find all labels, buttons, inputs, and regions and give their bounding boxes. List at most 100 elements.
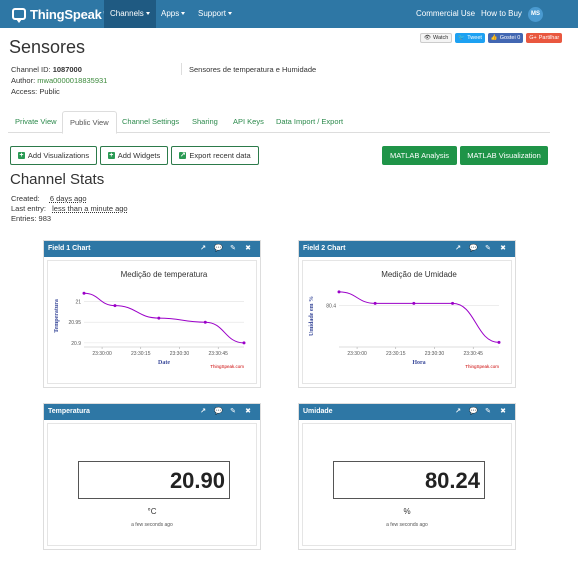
nav-channels[interactable]: Channels <box>104 0 156 28</box>
tab-api-keys[interactable]: API Keys <box>226 111 271 133</box>
last-entry-value: less than a minute ago <box>52 204 128 213</box>
share-label: Partilhar <box>538 35 560 41</box>
numeric-display-container: 20.90 °C a few seconds ago <box>47 423 257 546</box>
tab-sharing[interactable]: Sharing <box>185 111 225 133</box>
y-tick-label: 20.95 <box>68 320 81 326</box>
data-point <box>373 301 377 305</box>
add-widgets-label: Add Widgets <box>117 151 161 160</box>
data-point <box>337 290 341 294</box>
author-link[interactable]: mwa0000018835931 <box>37 76 107 85</box>
data-point <box>497 340 501 344</box>
created-label: Created: <box>11 194 40 203</box>
twitter-icon: 🐦 <box>458 35 466 41</box>
thingspeak-credit: ThingSpeak.com <box>465 364 499 369</box>
add-visualizations-button[interactable]: + Add Visualizations <box>10 146 97 165</box>
humidity-unit: % <box>403 507 411 516</box>
nav-channels-label: Channels <box>110 9 144 18</box>
data-point <box>203 320 207 324</box>
author-row: Author: mwa0000018835931 <box>11 76 107 85</box>
tab-channel-settings[interactable]: Channel Settings <box>115 111 186 133</box>
pencil-icon[interactable]: ✎ <box>484 241 492 257</box>
tab-data-import-export[interactable]: Data Import / Export <box>269 111 350 133</box>
external-link-icon[interactable]: ↗ <box>454 241 462 257</box>
divider <box>181 63 182 75</box>
comment-icon[interactable]: 💬 <box>214 404 223 420</box>
x-tick-label: 23:30:45 <box>463 351 483 357</box>
watch-label: Watch <box>432 35 449 41</box>
x-tick-label: 23:30:00 <box>92 351 112 357</box>
external-link-icon[interactable]: ↗ <box>199 241 207 257</box>
stat-entries: Entries: 983 <box>11 214 51 223</box>
comment-icon[interactable]: 💬 <box>469 241 478 257</box>
x-axis-label: Date <box>158 360 170 366</box>
tweet-label: Tweet <box>467 35 482 41</box>
share-button[interactable]: G+ Partilhar <box>526 33 563 43</box>
add-widgets-button[interactable]: + Add Widgets <box>100 146 168 165</box>
x-tick-label: 23:30:45 <box>208 351 228 357</box>
temperature-unit: °C <box>147 507 157 516</box>
umidade-panel: Umidade ↗ 💬 ✎ ✖ 80.24 % a few seconds ag… <box>298 403 516 550</box>
chart-container: Medição de temperatura 20.9 20.95 21 23:30:0… <box>47 260 257 384</box>
nav-how-to-buy[interactable]: How to Buy <box>475 0 528 28</box>
pencil-icon[interactable]: ✎ <box>229 404 237 420</box>
thumbs-up-icon: 👍 <box>490 35 498 41</box>
external-link-icon[interactable]: ↗ <box>454 404 462 420</box>
pencil-icon[interactable]: ✎ <box>484 404 492 420</box>
channel-tabs: Private View Public View Channel Setting… <box>8 111 550 134</box>
nav-support[interactable]: Support <box>192 0 238 28</box>
like-button[interactable]: 👍 Gostei 0 <box>487 33 524 43</box>
watch-button[interactable]: 👁 Watch <box>420 33 453 43</box>
access-label: Access: <box>11 87 38 96</box>
stat-last-entry: Last entry: less than a minute ago <box>11 204 128 213</box>
pencil-icon[interactable]: ✎ <box>229 241 237 257</box>
panel-title: Field 2 Chart <box>303 245 346 252</box>
stat-created: Created: 6 days ago <box>11 194 87 203</box>
plus-icon: + <box>107 152 115 159</box>
temperature-value: 20.90 <box>78 461 230 499</box>
close-icon[interactable]: ✖ <box>499 404 507 420</box>
series-line <box>83 292 245 344</box>
created-value: 6 days ago <box>49 194 87 203</box>
close-icon[interactable]: ✖ <box>499 241 507 257</box>
x-tick-label: 23:30:15 <box>386 351 406 357</box>
matlab-analysis-button[interactable]: MATLAB Analysis <box>382 146 457 165</box>
y-tick-label: 21 <box>75 300 81 306</box>
comment-icon[interactable]: 💬 <box>469 404 478 420</box>
brand-name: ThingSpeak <box>30 6 102 22</box>
panel-header: Umidade ↗ 💬 ✎ ✖ <box>299 404 515 420</box>
nav-apps-label: Apps <box>161 9 180 18</box>
x-axis-label: Hora <box>412 360 425 366</box>
data-point <box>412 301 416 305</box>
panel-title: Field 1 Chart <box>48 245 91 252</box>
nav-commercial-use[interactable]: Commercial Use <box>410 0 481 28</box>
chevron-down-icon <box>228 12 233 16</box>
close-icon[interactable]: ✖ <box>244 404 252 420</box>
chart-container: Medição de Umidade 80.4 23:30:00 23:30:15 23… <box>302 260 512 384</box>
x-tick-label: 23:30:30 <box>425 351 445 357</box>
channel-id-row: Channel ID: 1087000 <box>11 65 82 74</box>
close-icon[interactable]: ✖ <box>244 241 252 257</box>
user-avatar[interactable]: MS <box>528 7 543 22</box>
entries-label: Entries: <box>11 214 37 223</box>
channel-id-label: Channel ID: <box>11 65 51 74</box>
humidity-value: 80.24 <box>333 461 485 499</box>
last-entry-label: Last entry: <box>11 204 47 213</box>
panel-title: Temperatura <box>48 408 90 415</box>
thingspeak-credit: ThingSpeak.com <box>210 364 244 369</box>
tab-private-view[interactable]: Private View <box>8 111 64 133</box>
author-label: Author: <box>11 76 36 85</box>
external-link-icon[interactable]: ↗ <box>199 404 207 420</box>
comment-icon[interactable]: 💬 <box>214 241 223 257</box>
tab-public-view[interactable]: Public View <box>62 111 117 134</box>
thingspeak-logo[interactable]: ThingSpeak ™ <box>12 5 108 23</box>
temperature-updated: a few seconds ago <box>131 522 173 528</box>
nav-apps[interactable]: Apps <box>155 0 191 28</box>
field2-chart: Medição de Umidade 80.4 23:30:00 23:30:15 23… <box>309 270 501 369</box>
y-axis-label: Umidade em % <box>309 296 315 336</box>
export-recent-data-button[interactable]: ↗ Export recent data <box>171 146 259 165</box>
matlab-visualization-button[interactable]: MATLAB Visualization <box>460 146 548 165</box>
data-point <box>82 291 86 295</box>
tweet-button[interactable]: 🐦 Tweet <box>455 33 485 43</box>
page-title: Sensores <box>9 37 86 57</box>
channel-stats-title: Channel Stats <box>10 171 105 188</box>
